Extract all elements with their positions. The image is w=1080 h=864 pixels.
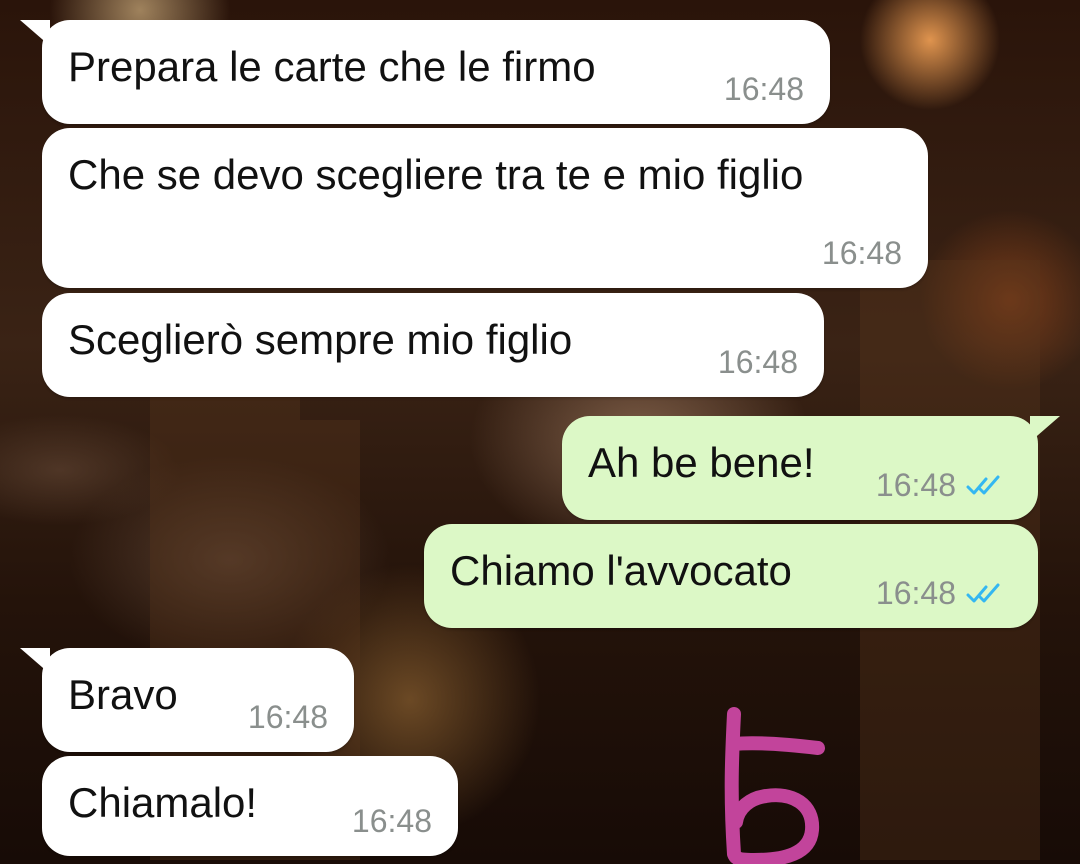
message-text: Che se devo scegliere tra te e mio figli…	[68, 151, 804, 198]
message-meta: 16:48	[876, 575, 1012, 612]
message-time: 16:48	[875, 467, 956, 503]
message-text: Bravo	[68, 671, 178, 718]
message-text: Chiamo l'avvocato	[450, 547, 792, 594]
bubble-tail	[20, 648, 50, 674]
bubble-tail	[1030, 416, 1060, 442]
message-meta: 16:48	[876, 467, 1012, 504]
message-list[interactable]: Prepara le carte che le firmo 16:48 Che …	[0, 0, 1080, 864]
message-bubble-outgoing[interactable]: Chiamo l'avvocato 16:48	[424, 524, 1038, 628]
message-text: Ah be bene!	[588, 439, 815, 486]
message-time: 16:48	[351, 803, 432, 839]
message-meta: 16:48	[724, 71, 804, 108]
message-bubble-incoming[interactable]: Chiamalo! 16:48	[42, 756, 458, 856]
message-time: 16:48	[247, 699, 328, 735]
message-meta: 16:48	[718, 344, 798, 381]
message-time: 16:48	[723, 71, 804, 107]
double-check-read-icon	[966, 475, 1000, 494]
message-meta: 16:48	[352, 803, 432, 840]
message-bubble-incoming[interactable]: Sceglierò sempre mio figlio 16:48	[42, 293, 824, 397]
message-bubble-incoming[interactable]: Prepara le carte che le firmo 16:48	[20, 20, 830, 124]
message-text: Prepara le carte che le firmo	[68, 43, 596, 90]
bubble-tail	[20, 20, 50, 46]
double-check-read-icon	[966, 583, 1000, 602]
message-time: 16:48	[717, 344, 798, 380]
message-bubble-outgoing[interactable]: Ah be bene! 16:48	[562, 416, 1060, 520]
handwritten-number-6-icon	[724, 707, 825, 864]
message-meta: 16:48	[822, 235, 902, 272]
message-time: 16:48	[821, 235, 902, 271]
message-meta: 16:48	[248, 699, 328, 736]
message-text: Sceglierò sempre mio figlio	[68, 316, 573, 363]
message-text: Chiamalo!	[68, 779, 258, 826]
message-bubble-incoming[interactable]: Bravo 16:48	[20, 648, 354, 752]
message-bubble-incoming[interactable]: Che se devo scegliere tra te e mio figli…	[42, 128, 928, 288]
message-time: 16:48	[875, 575, 956, 611]
